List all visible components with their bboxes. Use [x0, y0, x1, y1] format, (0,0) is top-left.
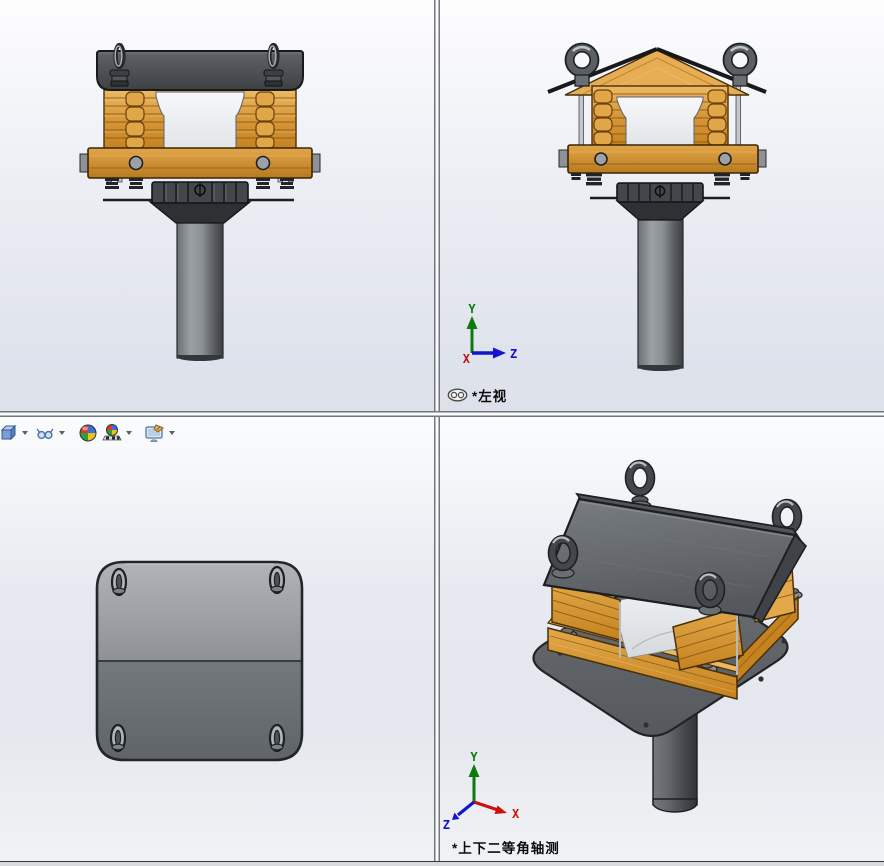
axis-x-label: X: [463, 352, 471, 366]
isometric-view-drawing: Y X Z: [443, 459, 808, 832]
pole-cap[interactable]: [151, 181, 249, 204]
window-bottom-edge: [0, 861, 884, 866]
viewport-isometric[interactable]: Y X Z: [440, 417, 884, 861]
appearance-ball-icon: [79, 424, 97, 441]
log-walls[interactable]: [591, 85, 729, 147]
cube-icon: [0, 424, 16, 441]
feeder-opening: [155, 91, 245, 149]
base-plank[interactable]: [79, 147, 321, 179]
left-view-drawing: Y Z X: [463, 42, 767, 371]
front-view-drawing: [79, 42, 321, 361]
monitor-hand-icon: [145, 423, 164, 442]
isometric-view-label-text: *上下二等角轴测: [452, 841, 560, 856]
apply-scene-dropdown-icon[interactable]: [126, 430, 132, 435]
log-walls[interactable]: [103, 89, 297, 150]
pole[interactable]: [615, 200, 705, 371]
viewport-left[interactable]: Y Z X: [440, 0, 884, 411]
view-orientation-button[interactable]: [0, 421, 20, 445]
axis-y-label: Y: [470, 750, 478, 764]
orientation-triad: Y X Z: [443, 750, 520, 832]
view-settings-button[interactable]: [143, 421, 167, 445]
axis-y-label: Y: [468, 302, 476, 316]
edit-appearance-button[interactable]: [76, 421, 100, 445]
glasses-icon: [36, 428, 54, 439]
viewport-front[interactable]: [0, 0, 434, 411]
scene-ball-icon: [102, 423, 122, 440]
isometric-view-label: *上下二等角轴测: [452, 837, 560, 857]
heads-up-view-toolbar: [0, 417, 184, 448]
top-view-drawing: [95, 560, 304, 762]
viewport-top[interactable]: [0, 417, 434, 861]
hide-show-items-dropdown-icon[interactable]: [59, 430, 65, 435]
pole-cap[interactable]: [616, 182, 704, 203]
view-settings-dropdown-icon[interactable]: [169, 430, 175, 435]
axis-z-label: Z: [510, 347, 517, 361]
left-view-label-text: *左视: [472, 389, 508, 404]
link-icon: [447, 388, 468, 402]
axis-x-label: X: [512, 807, 520, 821]
base-plank[interactable]: [558, 144, 767, 174]
left-view-label: *左视: [447, 385, 507, 405]
hide-show-items-button[interactable]: [33, 421, 57, 445]
orientation-triad: Y Z X: [463, 302, 517, 366]
pole[interactable]: [148, 201, 252, 361]
axis-z-label: Z: [443, 818, 450, 832]
solidworks-four-viewport-area: Y Z X Y X Z *左视 *上下二等角轴测: [0, 0, 884, 866]
apply-scene-button[interactable]: [100, 421, 124, 445]
viewport-splitter-vertical[interactable]: [434, 0, 440, 861]
feeder-opening: [616, 96, 704, 147]
view-orientation-dropdown-icon[interactable]: [22, 430, 28, 435]
